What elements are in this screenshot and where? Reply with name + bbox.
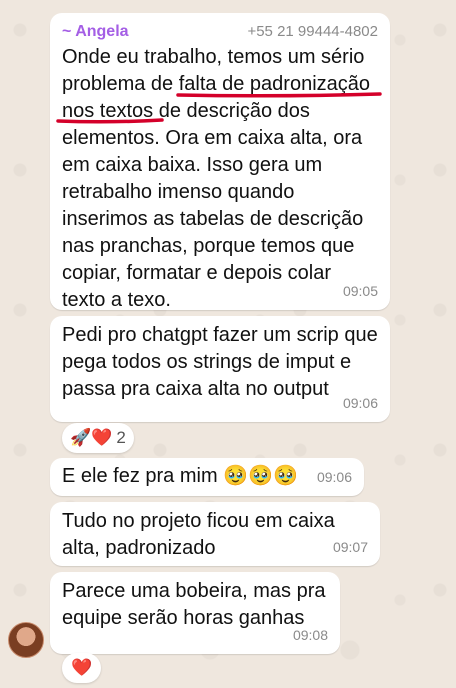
message-bubble[interactable]: E ele fez pra mim 🥹🥹🥹 09:06: [50, 458, 364, 496]
message-text: Pedi pro chatgpt fazer um scrip que pega…: [62, 324, 378, 400]
message-text-part: Parece uma bobeira,: [62, 580, 254, 602]
sender-avatar[interactable]: [8, 622, 44, 658]
reaction-emojis: 🚀❤️: [70, 428, 113, 447]
underlined-phrase-1: falta de padronização: [178, 73, 370, 95]
message-bubble[interactable]: ~ Angela +55 21 99444-4802 Onde eu traba…: [50, 13, 390, 311]
message-bubble[interactable]: Pedi pro chatgpt fazer um scrip que pega…: [50, 316, 390, 422]
sender-name[interactable]: ~ Angela: [62, 21, 129, 43]
message-text: E ele fez pra mim 🥹🥹🥹: [62, 465, 298, 487]
reaction-count: 2: [116, 428, 126, 447]
message-time: 09:05: [342, 283, 378, 299]
message-time: 09:06: [342, 395, 378, 411]
reaction-pill[interactable]: ❤️: [62, 653, 102, 683]
message-time: 09:08: [292, 627, 328, 643]
message-text: Tudo no projeto ficou em caixa alta, pad…: [62, 510, 335, 559]
reaction-pill[interactable]: 🚀❤️ 2: [62, 423, 134, 453]
message-text: Parece uma bobeira, mas pra equipe serão…: [62, 578, 328, 632]
sender-header: ~ Angela +55 21 99444-4802: [62, 21, 378, 43]
sender-phone: +55 21 99444-4802: [247, 23, 378, 40]
message-bubble[interactable]: Parece uma bobeira, mas pra equipe serão…: [50, 572, 340, 654]
reaction-emojis: ❤️: [71, 658, 93, 677]
message-time: 09:07: [332, 539, 368, 555]
message-text: Onde eu trabalho, temos um sério problem…: [62, 44, 378, 314]
underlined-phrase-2: nos textos: [62, 100, 154, 122]
message-time: 09:06: [316, 469, 352, 485]
message-bubble[interactable]: Tudo no projeto ficou em caixa alta, pad…: [50, 502, 380, 566]
message-text-part: de descrição dos elementos. Ora em caixa…: [62, 100, 364, 311]
